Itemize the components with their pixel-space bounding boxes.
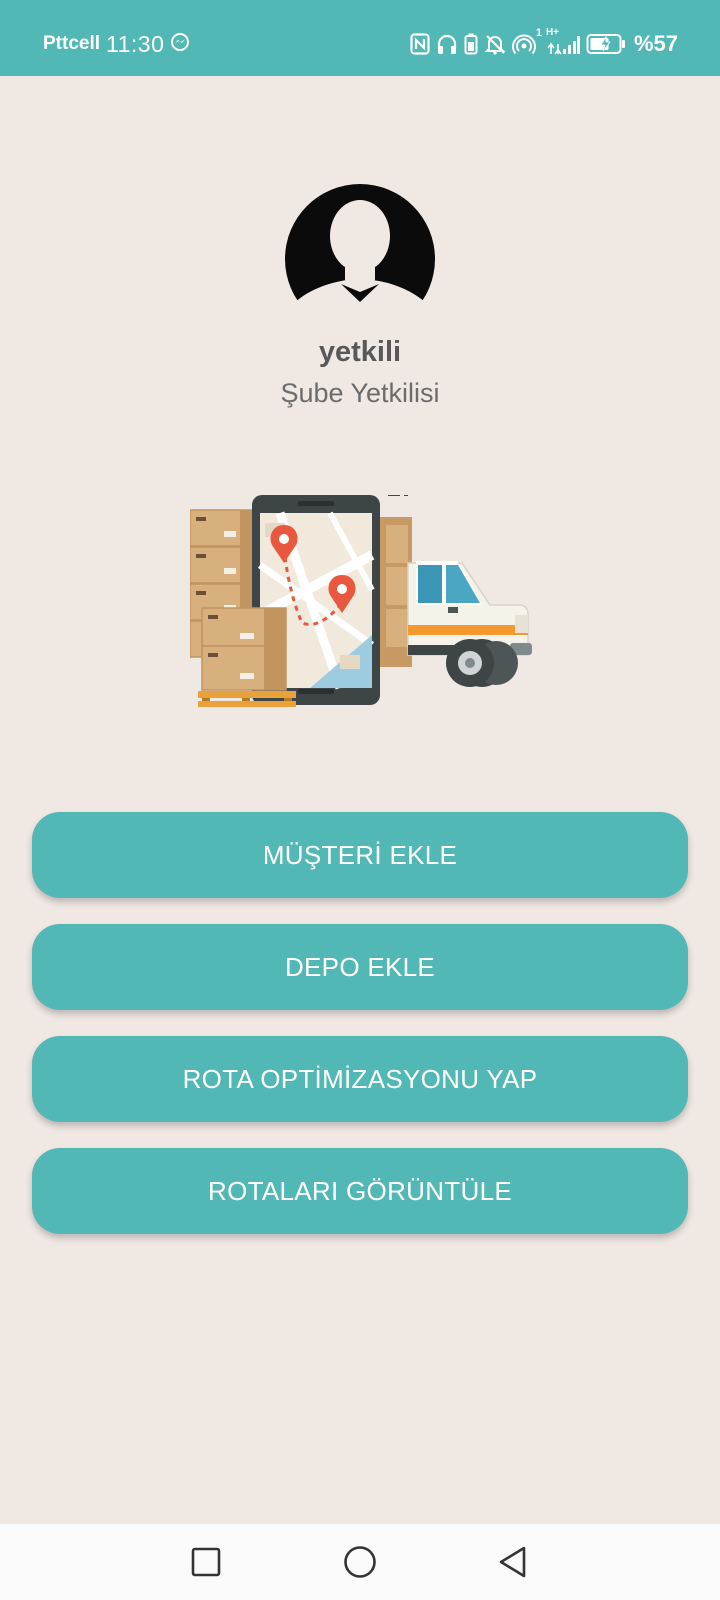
battery-percent: %57 bbox=[633, 31, 678, 56]
recents-square-icon[interactable] bbox=[188, 1544, 224, 1580]
route-optimization-button[interactable]: ROTA OPTİMİZASYONU YAP bbox=[32, 1036, 688, 1122]
carrier-name: Pttcell bbox=[43, 33, 101, 54]
view-routes-button[interactable]: ROTALARI GÖRÜNTÜLE bbox=[32, 1148, 688, 1234]
back-triangle-icon[interactable] bbox=[494, 1544, 530, 1580]
signal-icon: H+ bbox=[546, 27, 580, 55]
home-circle-icon[interactable] bbox=[342, 1544, 378, 1580]
battery-saver-icon bbox=[464, 33, 478, 55]
hotspot-icon: 1 bbox=[511, 27, 542, 55]
sim-indicator: 1 bbox=[535, 27, 542, 39]
battery-icon bbox=[586, 33, 626, 55]
status-left: Pttcell 11:30 bbox=[43, 29, 190, 59]
navigation-bar bbox=[0, 1524, 720, 1600]
clock: 11:30 bbox=[106, 30, 165, 57]
messenger-icon bbox=[170, 32, 190, 57]
add-customer-button[interactable]: MÜŞTERİ EKLE bbox=[32, 812, 688, 898]
headphones-icon bbox=[436, 33, 458, 55]
mute-icon bbox=[484, 33, 506, 55]
user-avatar-icon bbox=[285, 184, 435, 312]
network-type: H+ bbox=[545, 27, 560, 38]
user-role: Şube Yetkilisi bbox=[280, 378, 440, 408]
delivery-map-illustration bbox=[189, 493, 545, 723]
status-bar: Pttcell 11:30 1 H+ %57 bbox=[0, 0, 720, 76]
status-right: 1 H+ %57 bbox=[410, 27, 678, 60]
user-name: yetkili bbox=[318, 336, 402, 368]
add-warehouse-button[interactable]: DEPO EKLE bbox=[32, 924, 688, 1010]
nfc-icon bbox=[410, 33, 430, 55]
